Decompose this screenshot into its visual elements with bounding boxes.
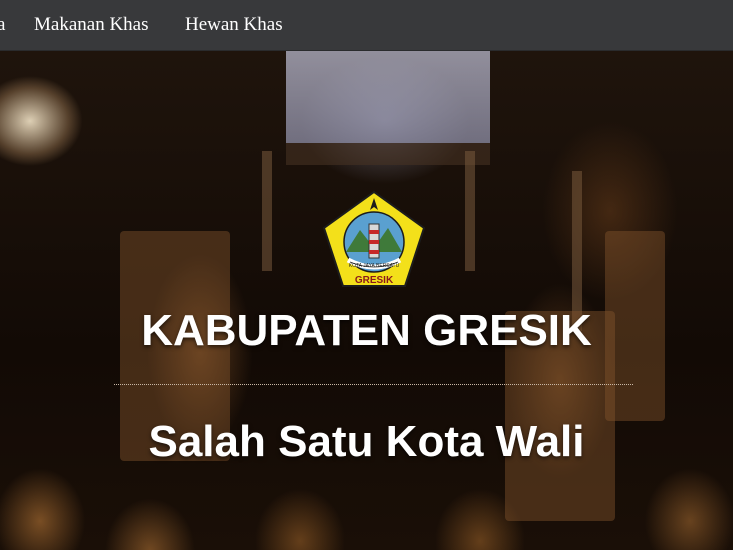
page-title: KABUPATEN GRESIK xyxy=(141,306,592,355)
hero-background-banner xyxy=(286,51,490,143)
page-subtitle: Salah Satu Kota Wali xyxy=(148,417,585,466)
nav-item-makanan-khas[interactable]: Makanan Khas xyxy=(34,0,149,50)
title-divider xyxy=(114,384,633,385)
nav-item-hewan-khas[interactable]: Hewan Khas xyxy=(185,0,283,50)
hero-section xyxy=(0,51,733,550)
hero-background-shade xyxy=(286,143,490,165)
top-navbar: a Makanan Khas Hewan Khas xyxy=(0,0,733,51)
gresik-coat-of-arms-icon: KOTA JAYA BERSATU GRESIK xyxy=(322,190,426,287)
nav-item-truncated[interactable]: a xyxy=(0,0,5,50)
logo-motto: KOTA JAYA BERSATU xyxy=(349,263,400,269)
logo-text: GRESIK xyxy=(355,275,394,286)
hero-background-post xyxy=(262,151,272,271)
hero-background-post xyxy=(465,151,475,271)
